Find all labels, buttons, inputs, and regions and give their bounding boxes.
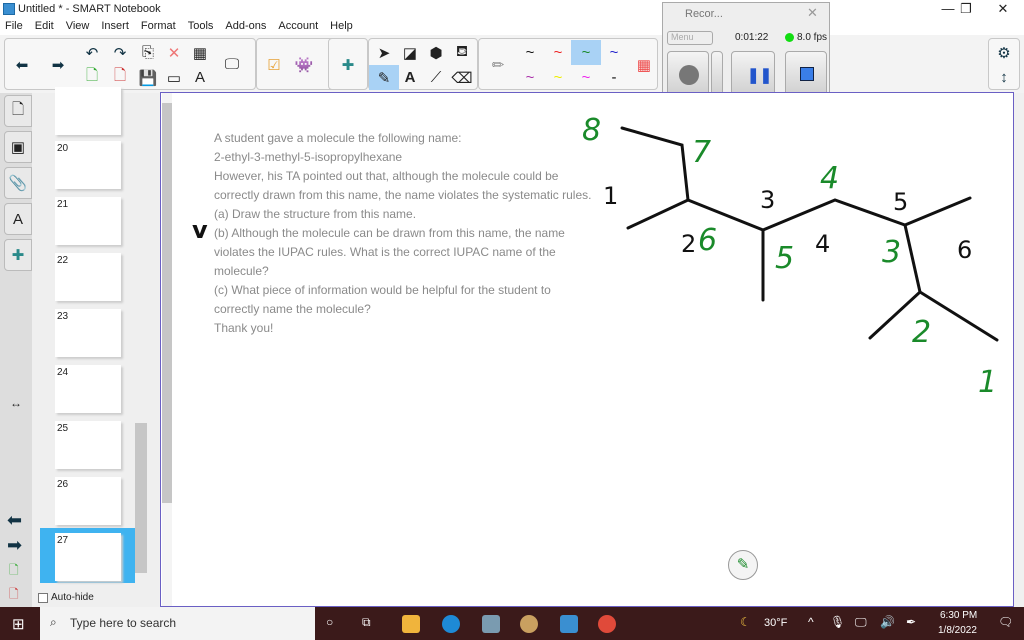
taskbar-search[interactable]: Type here to search — [40, 607, 315, 640]
green-label: 8 — [582, 113, 601, 148]
task-view-icon[interactable]: ⧉ — [362, 615, 371, 630]
black-label: 4 — [815, 230, 830, 258]
handwritten-drawing: 8 7 4 6 5 3 2 1 1 3 5 4 6 2 v — [192, 113, 999, 400]
pen-workspace-icon[interactable]: ✒ — [906, 615, 916, 629]
green-label: 7 — [692, 135, 711, 170]
check-mark: v — [192, 216, 208, 244]
windows-start-icon[interactable]: ⊞ — [12, 615, 25, 633]
network-icon[interactable]: 🖵 — [855, 615, 867, 630]
recorder-app-icon[interactable] — [482, 615, 500, 633]
microphone-icon[interactable]: 🎙 — [830, 615, 845, 629]
file-explorer-icon[interactable] — [402, 615, 420, 633]
green-label: 5 — [775, 241, 794, 276]
clock-time[interactable]: 6:30 PM — [940, 610, 977, 621]
black-label: 1 — [603, 182, 618, 210]
chrome-icon[interactable] — [598, 615, 616, 633]
cortana-icon[interactable]: ○ — [326, 615, 333, 629]
black-label: 3 — [760, 186, 775, 214]
taskbar: ⊞ Type here to search ⌕ ○ ⧉ ☾ 30°F ^ 🎙 🖵… — [0, 607, 1024, 640]
clock-date[interactable]: 1/8/2022 — [938, 625, 977, 636]
moon-icon: ☾ — [740, 615, 751, 629]
green-label: 2 — [912, 315, 931, 350]
bond — [620, 126, 690, 202]
green-label: 4 — [820, 161, 839, 196]
bond — [626, 196, 972, 232]
tray-chevron-icon[interactable]: ^ — [808, 615, 814, 629]
volume-icon[interactable]: 🔊 — [880, 615, 895, 629]
paint-icon[interactable] — [520, 615, 538, 633]
black-label: 6 — [957, 236, 972, 264]
skeletal-structure — [620, 126, 999, 342]
notifications-icon[interactable]: 🗨 — [998, 615, 1013, 629]
smart-notebook-icon[interactable] — [560, 615, 578, 633]
green-label: 1 — [978, 365, 997, 400]
black-label: 5 — [893, 188, 908, 216]
search-icon: ⌕ — [50, 615, 57, 629]
black-label: 2 — [681, 230, 696, 258]
green-label: 6 — [698, 223, 717, 258]
edge-icon[interactable] — [442, 615, 460, 633]
weather-text[interactable]: 30°F — [764, 617, 787, 629]
green-label: 3 — [882, 235, 901, 270]
